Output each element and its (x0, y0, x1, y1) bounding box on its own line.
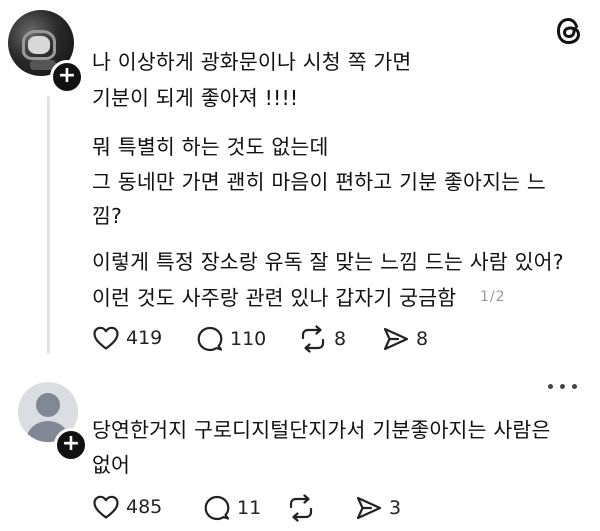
reply-share-count: 3 (389, 497, 402, 519)
default-avatar-head (36, 393, 60, 417)
reply-like-count: 485 (126, 496, 163, 518)
reply-share-button[interactable]: 3 (355, 494, 401, 522)
post-text-line: 뭐 특별히 하는 것도 없는데 (92, 135, 329, 159)
more-dots-icon[interactable] (546, 381, 580, 391)
repost-icon (289, 494, 313, 522)
reply-comment-button[interactable]: 11 (203, 494, 261, 522)
comment-button[interactable]: 110 (196, 325, 266, 353)
post-text-line: 낌? (92, 204, 123, 228)
thread-connector-line (47, 96, 50, 354)
repost-button[interactable]: 8 (298, 325, 346, 353)
repost-icon (301, 325, 325, 353)
heart-icon (93, 326, 119, 350)
reply-repost-button[interactable] (286, 494, 316, 522)
like-count: 419 (126, 327, 163, 349)
avatar-image-detail (28, 36, 50, 54)
reply-like-button[interactable]: 485 (92, 494, 162, 520)
send-icon (383, 327, 409, 351)
post-text-line: 나 이상하게 광화문이나 시청 쪽 가면 (92, 50, 412, 74)
share-count: 8 (416, 328, 429, 350)
follow-plus-icon[interactable]: + (50, 60, 84, 94)
post-text-line: 기분이 되게 좋아져 !!!! (92, 86, 299, 110)
speech-bubble-icon (204, 495, 230, 521)
post-text-line: 그 동네만 가면 괜히 마음이 편하고 기분 좋아지는 느 (92, 170, 546, 194)
repost-count: 8 (334, 328, 347, 350)
speech-bubble-icon (197, 326, 223, 352)
post-text-line: 이렇게 특정 장소랑 유독 잘 맞는 느낌 드는 사람 있어? (92, 250, 564, 274)
post-text-line: 이런 것도 사주랑 관련 있나 갑자기 궁금함 (92, 286, 457, 310)
page-indicator: 1/2 (480, 289, 506, 305)
follow-plus-icon[interactable]: + (54, 428, 88, 462)
threads-logo-icon[interactable] (552, 14, 586, 48)
like-button[interactable]: 419 (92, 325, 162, 351)
heart-icon (93, 495, 119, 519)
reply-text-line: 없어 (92, 453, 131, 477)
share-button[interactable]: 8 (382, 325, 428, 353)
send-icon (356, 496, 382, 520)
comment-count: 110 (230, 328, 267, 350)
reply-comment-count: 11 (237, 497, 262, 519)
reply-text-line: 당연한거지 구로디지털단지가서 기분좋아지는 사람은 (92, 418, 551, 442)
